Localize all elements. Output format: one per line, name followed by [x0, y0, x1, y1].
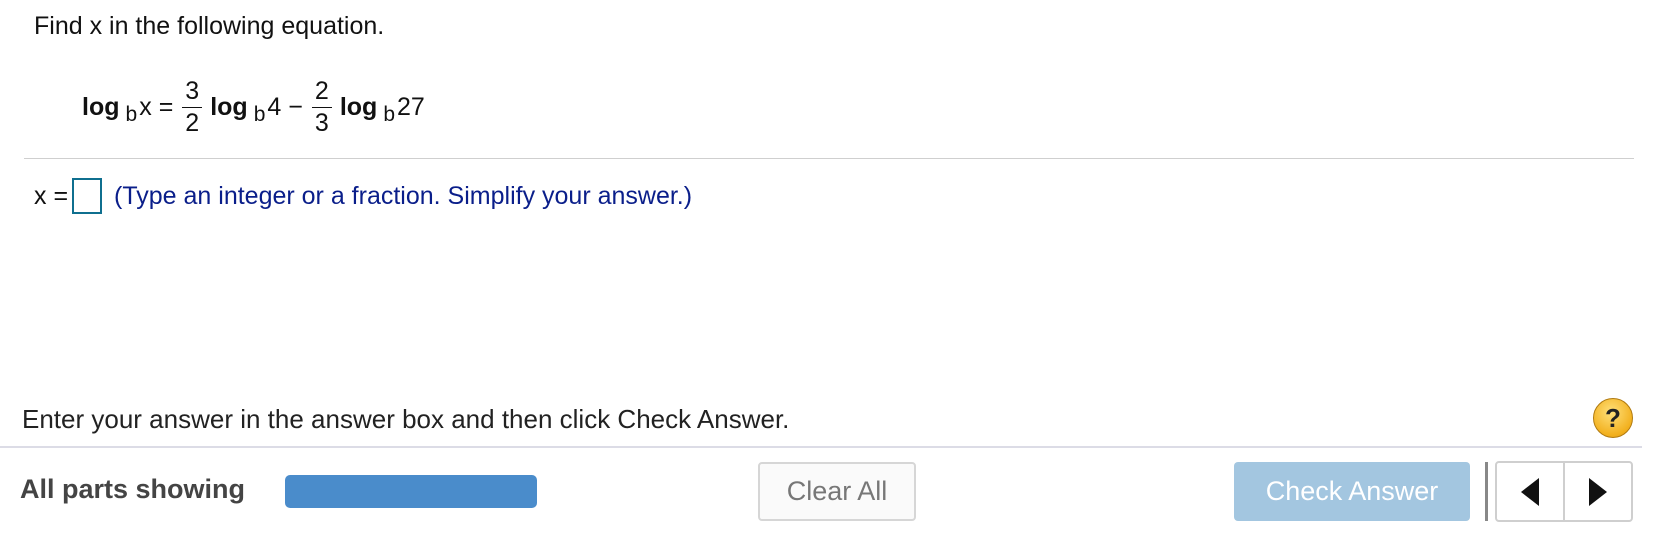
answer-input[interactable] — [72, 178, 103, 214]
footer-divider — [0, 446, 1642, 448]
instructions-text: Enter your answer in the answer box and … — [22, 404, 790, 434]
triangle-right-icon — [1589, 477, 1607, 506]
fraction-numerator: 2 — [311, 78, 332, 108]
triangle-left-icon — [1521, 477, 1539, 506]
check-answer-button[interactable]: Check Answer — [1234, 462, 1470, 521]
log-argument-2: 27 — [397, 92, 425, 121]
parts-label: All parts showing — [20, 474, 246, 504]
answer-label: x = — [34, 181, 69, 210]
help-button[interactable]: ? — [1593, 398, 1633, 438]
minus-sign: − — [288, 92, 303, 121]
log-base: b — [253, 103, 266, 126]
question-prompt: Find x in the following equation. — [34, 12, 385, 40]
next-question-button[interactable] — [1563, 463, 1631, 520]
log-base: b — [125, 103, 138, 126]
fraction-denominator: 2 — [185, 108, 200, 137]
fraction-numerator: 3 — [182, 78, 203, 108]
log-term-lhs: log — [82, 92, 120, 121]
parts-progress-bar — [285, 475, 537, 508]
answer-row: x = (Type an integer or a fraction. Simp… — [34, 176, 692, 216]
question-nav — [1495, 461, 1633, 522]
coefficient-fraction-1: 3 2 — [182, 78, 203, 137]
log-equation: log b x = 3 2 log b 4 − 2 3 log b 27 — [82, 72, 425, 142]
fraction-denominator: 3 — [314, 108, 329, 137]
log-term-2: log — [339, 92, 378, 121]
question-mark-icon: ? — [1605, 402, 1621, 433]
log-base: b — [383, 103, 395, 126]
clear-all-button[interactable]: Clear All — [758, 462, 916, 521]
nav-separator — [1485, 462, 1488, 521]
lhs-argument: x — [139, 92, 152, 121]
coefficient-fraction-2: 2 3 — [311, 78, 332, 137]
equals-sign: = — [158, 92, 174, 121]
log-term-1: log — [210, 92, 248, 121]
previous-question-button[interactable] — [1497, 463, 1563, 520]
question-divider — [24, 158, 1634, 159]
answer-hint: (Type an integer or a fraction. Simplify… — [114, 181, 693, 210]
log-argument-1: 4 — [267, 92, 282, 121]
